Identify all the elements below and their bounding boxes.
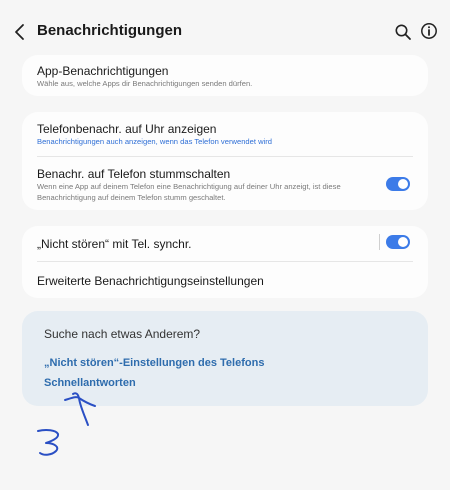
- mute-on-phone-row[interactable]: Benachr. auf Telefon stummschalten Wenn …: [22, 157, 428, 210]
- suggestions-panel: Suche nach etwas Anderem? „Nicht stören“…: [22, 311, 428, 406]
- toggle-knob: [398, 237, 408, 247]
- app-notifications-title: App-Benachrichtigungen: [37, 64, 169, 78]
- toggle-separator: [379, 234, 380, 250]
- dnd-sync-title: „Nicht stören“ mit Tel. synchr.: [37, 237, 192, 251]
- dnd-sync-toggle[interactable]: [386, 235, 410, 249]
- quick-replies-link[interactable]: Schnellantworten: [44, 377, 136, 389]
- page-title: Benachrichtigungen: [37, 22, 183, 39]
- suggestions-title: Suche nach etwas Anderem?: [44, 327, 201, 341]
- mute-on-phone-title: Benachr. auf Telefon stummschalten: [37, 167, 231, 181]
- app-notifications-subtitle: Wähle aus, welche Apps dir Benachrichtig…: [37, 79, 253, 88]
- dnd-phone-settings-link[interactable]: „Nicht stören“-Einstellungen des Telefon…: [44, 357, 264, 369]
- show-on-watch-title: Telefonbenachr. auf Uhr anzeigen: [37, 122, 217, 136]
- mute-on-phone-subtitle: Wenn eine App auf deinem Telefon eine Be…: [37, 182, 341, 202]
- show-on-watch-row[interactable]: Telefonbenachr. auf Uhr anzeigen Benachr…: [22, 112, 428, 154]
- back-arrow-icon[interactable]: [12, 22, 30, 42]
- dnd-card: „Nicht stören“ mit Tel. synchr. Erweiter…: [22, 226, 428, 298]
- search-icon[interactable]: [394, 23, 412, 41]
- mute-on-phone-toggle[interactable]: [386, 177, 410, 191]
- dnd-sync-row[interactable]: „Nicht stören“ mit Tel. synchr.: [22, 226, 428, 260]
- info-icon[interactable]: [420, 22, 438, 40]
- annotation-number-stroke: [37, 429, 60, 456]
- advanced-settings-title: Erweiterte Benachrichtigungseinstellunge…: [37, 274, 264, 288]
- toggle-knob: [398, 179, 408, 189]
- app-notifications-row[interactable]: App-Benachrichtigungen Wähle aus, welche…: [22, 55, 428, 96]
- app-notifications-card: App-Benachrichtigungen Wähle aus, welche…: [22, 55, 428, 96]
- app-header: Benachrichtigungen: [0, 0, 450, 62]
- watch-notifications-card: Telefonbenachr. auf Uhr anzeigen Benachr…: [22, 112, 428, 210]
- advanced-settings-row[interactable]: Erweiterte Benachrichtigungseinstellunge…: [22, 262, 428, 298]
- show-on-watch-subtitle: Benachrichtigungen auch anzeigen, wenn d…: [37, 137, 273, 146]
